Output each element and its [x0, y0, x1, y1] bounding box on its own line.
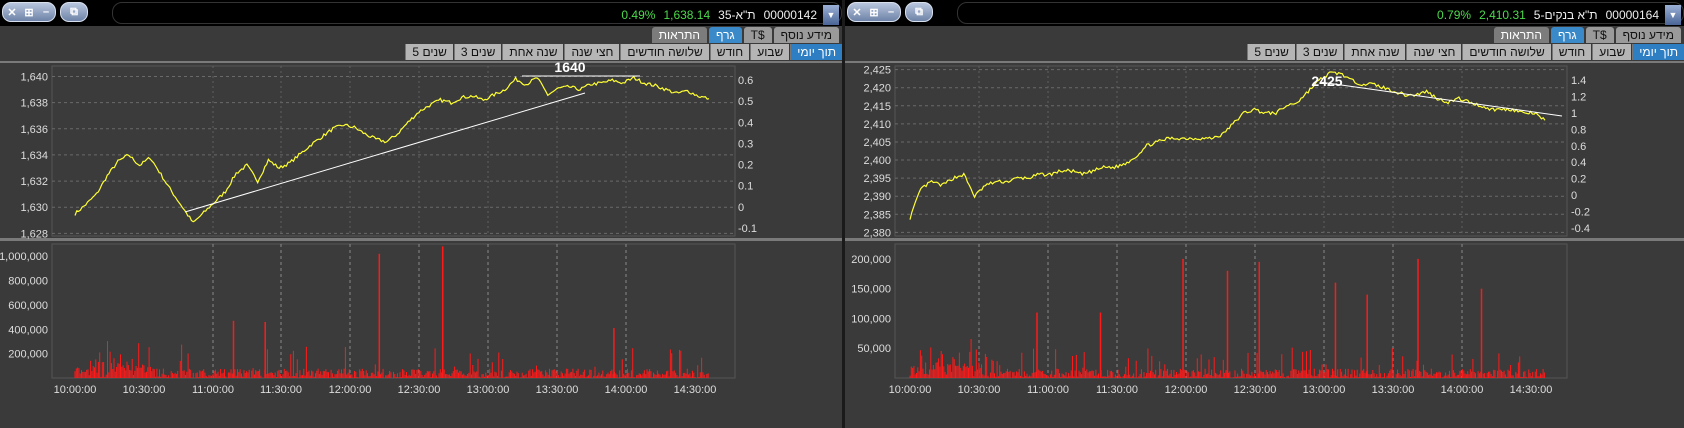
price-tick-label: 2,385 — [863, 209, 891, 221]
percent-tick-label: 1.4 — [1571, 75, 1586, 87]
volume-tick-label: 200,000 — [851, 254, 891, 266]
percent-tick-label: 0 — [1571, 190, 1577, 202]
time-tick-label: 12:00:00 — [329, 384, 372, 396]
time-tick-label: 10:00:00 — [54, 384, 97, 396]
time-tick-label: 11:00:00 — [1027, 384, 1069, 396]
price-tick-label: 2,425 — [863, 65, 891, 77]
percent-tick-label: -0.4 — [1571, 223, 1590, 235]
header-divider — [0, 61, 842, 63]
price-tick-label: 1,638 — [20, 98, 48, 110]
percent-tick-label: 0 — [738, 202, 744, 214]
price-tick-label: 1,640 — [20, 71, 48, 83]
time-tick-label: 12:30:00 — [1234, 384, 1277, 396]
time-tick-label: 12:00:00 — [1165, 384, 1208, 396]
price-tick-label: 1,634 — [20, 150, 48, 162]
price-tick-label: 1,636 — [20, 124, 48, 136]
percent-tick-label: 0.6 — [1571, 141, 1586, 153]
time-tick-label: 13:00:00 — [1303, 384, 1346, 396]
price-tick-label: 2,390 — [863, 191, 891, 203]
pane-divider — [845, 238, 1684, 241]
price-tick-label: 2,420 — [863, 83, 891, 95]
price-tick-label: 2,410 — [863, 119, 891, 131]
volume-tick-label: 50,000 — [857, 343, 891, 355]
time-tick-label: 12:30:00 — [398, 384, 441, 396]
pane-divider — [0, 238, 842, 241]
time-tick-label: 13:00:00 — [467, 384, 510, 396]
volume-pane — [894, 243, 1568, 379]
volume-tick-label: 800,000 — [8, 276, 48, 288]
time-tick-label: 11:30:00 — [1096, 384, 1138, 396]
percent-tick-label: 0.8 — [1571, 124, 1586, 136]
percent-tick-label: -0.1 — [738, 223, 757, 235]
volume-tick-label: 400,000 — [8, 324, 48, 336]
percent-tick-label: 0.2 — [738, 160, 753, 172]
chart-window-banks5: ✕ ⊞ – ⧉ 0.79% 2,410.31 ת"א בנקים-5 00000… — [845, 0, 1684, 428]
percent-tick-label: 0.6 — [738, 75, 753, 87]
price-volume-chart: 1,640 1,638 1,636 1,634 1,632 1,630 1,628 0.6 0.… — [0, 59, 842, 396]
percent-tick-label: 0.1 — [738, 181, 753, 193]
price-tick-label: 2,380 — [863, 227, 891, 239]
time-tick-label: 14:30:00 — [674, 384, 717, 396]
volume-tick-label: 200,000 — [8, 349, 48, 361]
percent-tick-label: -0.2 — [1571, 207, 1590, 219]
price-tick-label: 2,400 — [863, 155, 891, 167]
percent-tick-label: 0.3 — [738, 138, 753, 150]
time-tick-label: 10:30:00 — [123, 384, 166, 396]
price-tick-label: 2,395 — [863, 173, 891, 185]
time-tick-label: 14:00:00 — [1441, 384, 1484, 396]
percent-tick-label: 1 — [1571, 108, 1577, 120]
price-tick-label: 1,630 — [20, 202, 48, 214]
time-tick-label: 14:00:00 — [605, 384, 648, 396]
time-tick-label: 14:30:00 — [1510, 384, 1553, 396]
price-volume-chart: 2,425 2,420 2,415 2,410 2,405 2,400 2,395 2,390… — [845, 61, 1684, 396]
volume-tick-label: 150,000 — [851, 284, 891, 296]
price-pane — [894, 65, 1568, 237]
volume-tick-label: 600,000 — [8, 300, 48, 312]
time-tick-label: 13:30:00 — [1372, 384, 1415, 396]
percent-tick-label: 0.2 — [1571, 174, 1586, 186]
annotation-label: 1640 — [554, 59, 585, 75]
volume-tick-label: 1,000,000 — [0, 251, 48, 263]
chart-window-ta35: ✕ ⊞ – ⧉ 0.49% 1,638.14 ת"א-35 00000142 ▼… — [0, 0, 842, 428]
price-tick-label: 1,628 — [20, 228, 48, 240]
price-tick-label: 2,405 — [863, 137, 891, 149]
time-tick-label: 11:00:00 — [192, 384, 234, 396]
annotation-label: 2425 — [1311, 73, 1342, 89]
percent-tick-label: 0.4 — [1571, 157, 1586, 169]
percent-tick-label: 0.4 — [738, 117, 753, 129]
volume-tick-label: 100,000 — [851, 313, 891, 325]
time-tick-label: 10:30:00 — [958, 384, 1001, 396]
time-tick-label: 13:30:00 — [536, 384, 579, 396]
price-tick-label: 2,415 — [863, 101, 891, 113]
percent-tick-label: 1.2 — [1571, 91, 1586, 103]
price-tick-label: 1,632 — [20, 176, 48, 188]
time-tick-label: 11:30:00 — [260, 384, 302, 396]
time-tick-label: 10:00:00 — [889, 384, 932, 396]
percent-tick-label: 0.5 — [738, 96, 753, 108]
header-divider — [845, 61, 1684, 63]
price-pane — [51, 65, 736, 237]
